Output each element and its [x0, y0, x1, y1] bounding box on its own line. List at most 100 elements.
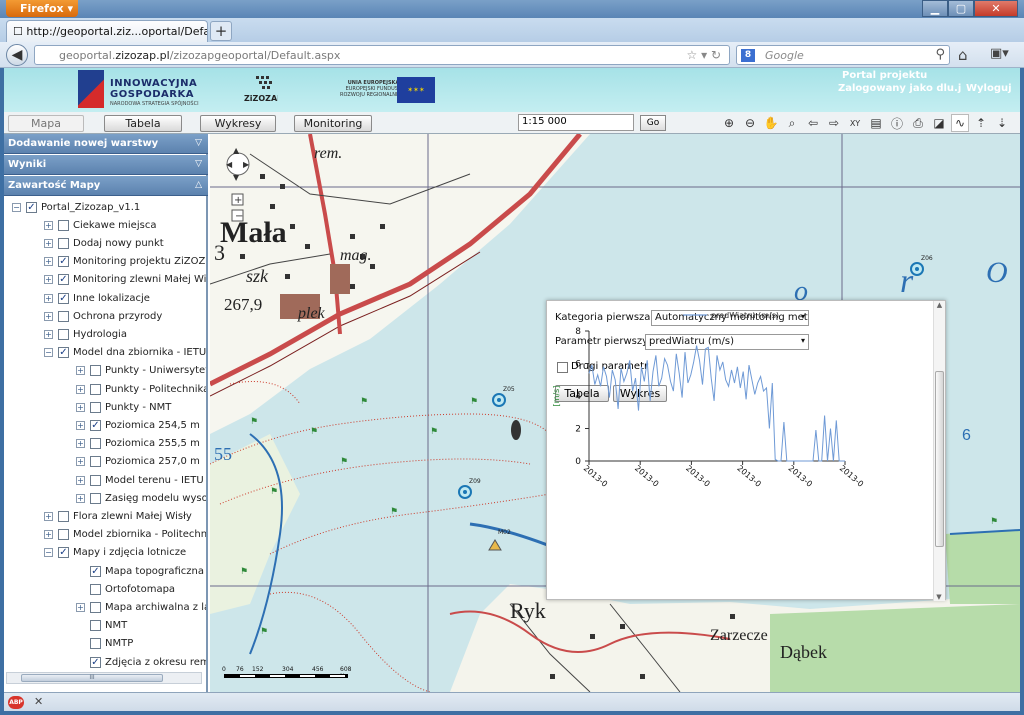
tree-horizontal-scrollbar[interactable]: III	[6, 672, 202, 684]
layer-checkbox[interactable]: ✓	[58, 347, 69, 359]
scrollbar-thumb[interactable]: III	[21, 674, 163, 682]
export-icon[interactable]: ⇡	[972, 114, 990, 132]
popup-scrollbar-thumb[interactable]	[935, 371, 944, 547]
new-tab-button[interactable]: +	[210, 21, 232, 41]
tree-node[interactable]: ✓ Zdjęcia z okresu remo	[76, 653, 206, 671]
collapse-icon[interactable]: −	[12, 202, 21, 212]
back-arrow-icon[interactable]: ⇦	[804, 114, 822, 132]
tab-wykresy[interactable]: Wykresy	[200, 115, 276, 132]
layer-icon[interactable]: ◪	[930, 114, 948, 132]
logout-link[interactable]: Wyloguj	[966, 83, 1012, 94]
panel-results[interactable]: Wyniki ▽	[4, 155, 208, 175]
forward-arrow-icon[interactable]: ⇨	[825, 114, 843, 132]
collapse-icon[interactable]: −	[44, 548, 53, 558]
tree-node[interactable]: + Flora zlewni Małej Wisły	[44, 507, 192, 525]
chart-icon[interactable]: ∿	[951, 114, 969, 132]
expand-icon[interactable]: +	[44, 257, 53, 267]
tab-tabela[interactable]: Tabela	[104, 115, 182, 132]
expand-icon[interactable]: +	[76, 402, 85, 412]
layer-checkbox[interactable]	[90, 456, 101, 468]
layer-checkbox[interactable]	[90, 620, 101, 632]
tree-node[interactable]: − ✓ Portal_Zizozap_v1.1	[12, 198, 140, 216]
scroll-up-icon[interactable]: ▲	[934, 301, 945, 309]
tree-node[interactable]: − ✓ Mapy i zdjęcia lotnicze	[44, 544, 186, 562]
layer-checkbox[interactable]	[90, 583, 101, 595]
tree-node[interactable]: + Hydrologia	[44, 325, 127, 343]
layer-checkbox[interactable]: ✓	[58, 547, 69, 559]
adblock-icon[interactable]: ABP	[8, 696, 24, 709]
layer-checkbox[interactable]	[90, 383, 101, 395]
expand-icon[interactable]: +	[44, 511, 53, 521]
import-icon[interactable]: ⇣	[993, 114, 1011, 132]
print-icon[interactable]: ⎙	[909, 114, 927, 132]
layer-checkbox[interactable]	[90, 401, 101, 413]
bookmark-star-icon[interactable]: ☆	[687, 48, 698, 62]
expand-icon[interactable]: +	[44, 311, 53, 321]
layer-checkbox[interactable]	[58, 237, 69, 249]
layer-checkbox[interactable]	[90, 601, 101, 613]
zoom-out-icon[interactable]: ⊖	[741, 114, 759, 132]
layer-checkbox[interactable]	[90, 365, 101, 377]
tree-node[interactable]: NMT	[76, 617, 127, 635]
layer-checkbox[interactable]	[90, 492, 101, 504]
tree-node[interactable]: − ✓ Model dna zbiornika - IETU	[44, 344, 206, 362]
close-window-icon[interactable]: ✕	[974, 0, 1018, 17]
go-button[interactable]: Go	[640, 115, 666, 131]
pan-hand-icon[interactable]: ✋	[762, 114, 780, 132]
expand-icon[interactable]: +	[76, 475, 85, 485]
tree-node[interactable]: + Model zbiornika - Politechnika l	[44, 526, 206, 544]
expand-icon[interactable]: +	[76, 439, 85, 449]
layer-checkbox[interactable]: ✓	[58, 292, 69, 304]
tree-node[interactable]: + Ochrona przyrody	[44, 307, 162, 325]
layer-checkbox[interactable]	[90, 474, 101, 486]
expand-icon[interactable]: +	[44, 238, 53, 248]
expand-icon[interactable]: +	[44, 293, 53, 303]
tree-node[interactable]: + Zasięg modelu wysokoś	[76, 489, 206, 507]
layer-checkbox[interactable]	[58, 328, 69, 340]
layer-checkbox[interactable]	[58, 510, 69, 522]
panel-add-layer[interactable]: Dodawanie nowej warstwy ▽	[4, 134, 208, 154]
tree-node[interactable]: + Punkty - Politechnika K	[76, 380, 206, 398]
tree-node[interactable]: + Poziomica 255,5 m	[76, 435, 200, 453]
tree-node[interactable]: Ortofotomapa	[76, 580, 175, 598]
popup-scrollbar[interactable]: ▲ ▼	[933, 301, 945, 601]
layer-checkbox[interactable]	[58, 529, 69, 541]
layer-checkbox[interactable]	[90, 638, 101, 650]
scale-input[interactable]: 1:15 000	[518, 114, 634, 131]
portal-project-link[interactable]: Portal projektu	[842, 70, 927, 81]
expand-icon[interactable]: +	[76, 366, 85, 376]
tree-node[interactable]: + Dodaj nowy punkt	[44, 234, 164, 252]
search-input[interactable]: 8 Google ⚲	[736, 45, 950, 65]
search-icon[interactable]: ⚲	[935, 47, 945, 62]
bookmarks-icon[interactable]: ▣▾	[990, 46, 1009, 61]
expand-icon[interactable]: +	[44, 275, 53, 285]
expand-icon[interactable]: +	[44, 329, 53, 339]
expand-icon[interactable]: +	[76, 493, 85, 503]
layer-checkbox[interactable]: ✓	[26, 201, 37, 213]
expand-icon[interactable]: +	[76, 384, 85, 394]
home-icon[interactable]: ⌂	[958, 46, 968, 64]
expand-icon[interactable]: +	[44, 530, 53, 540]
reload-icon[interactable]: ↻	[711, 48, 721, 62]
layer-checkbox[interactable]	[58, 219, 69, 231]
tree-node[interactable]: + Mapa archiwalna z lat	[76, 598, 206, 616]
tree-node[interactable]: + ✓ Monitoring zlewni Małej Wisły	[44, 271, 206, 289]
minimize-icon[interactable]: ▁	[922, 0, 948, 17]
xy-icon[interactable]: XY	[846, 114, 864, 132]
address-bar[interactable]: geoportal.zizozap.pl/zizozapgeoportal/De…	[34, 45, 730, 65]
layer-checkbox[interactable]: ✓	[90, 565, 101, 577]
tree-node[interactable]: + ✓ Monitoring projektu ZiZOZap	[44, 253, 206, 271]
panel-map-contents[interactable]: Zawartość Mapy △	[4, 176, 208, 196]
tree-node[interactable]: NMTP	[76, 635, 133, 653]
layer-checkbox[interactable]: ✓	[58, 256, 69, 268]
info-icon[interactable]: ⓘ	[888, 114, 906, 132]
collapse-icon[interactable]: −	[44, 348, 53, 358]
close-addon-bar-icon[interactable]: ✕	[34, 695, 43, 708]
layer-checkbox[interactable]: ✓	[58, 274, 69, 286]
tree-node[interactable]: + Punkty - Uniwersytet Ś	[76, 362, 206, 380]
tree-node[interactable]: ✓ Mapa topograficzna 1:5	[76, 562, 206, 580]
tree-node[interactable]: + Model terenu - IETU	[76, 471, 204, 489]
tab-monitoring[interactable]: Monitoring	[294, 115, 372, 132]
scroll-down-icon[interactable]: ▼	[934, 593, 944, 601]
tree-node[interactable]: + Poziomica 257,0 m	[76, 453, 200, 471]
